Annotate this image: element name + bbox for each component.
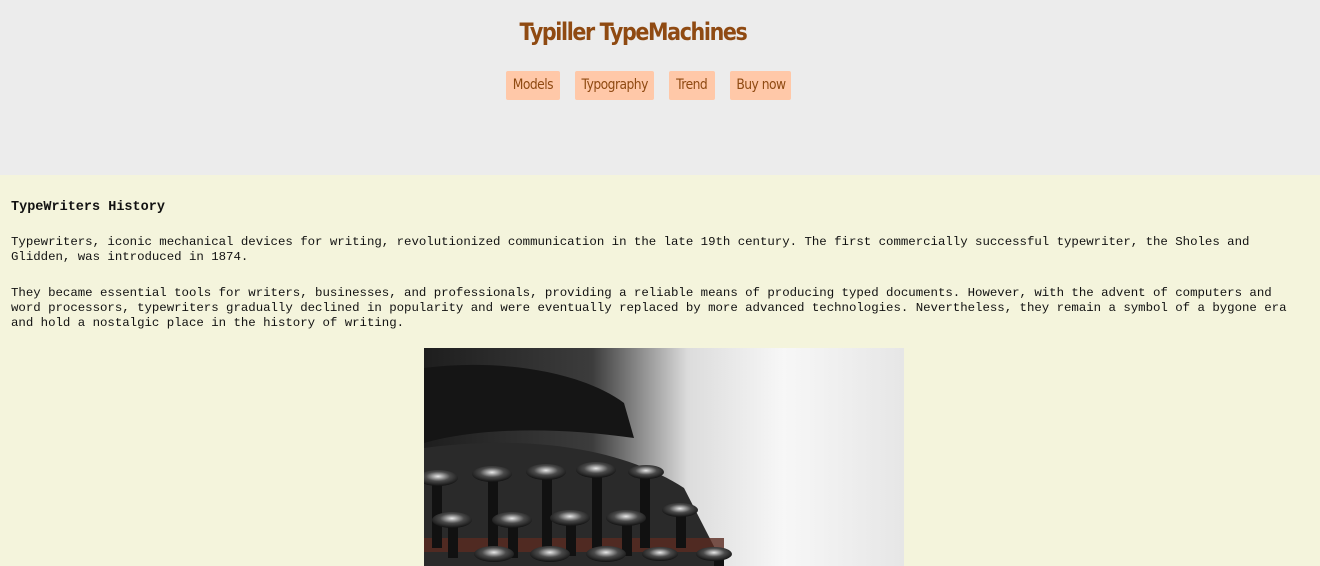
nav-models-label: Models (512, 77, 554, 93)
main-nav: Models Typography Trend Buy now (0, 71, 1320, 100)
nav-trend-label: Trend (676, 77, 708, 93)
history-paragraph-1: Typewriters, iconic mechanical devices f… (11, 235, 1250, 264)
nav-buy-now-label: Buy now (735, 77, 786, 93)
nav-typography-button[interactable]: Typography (575, 71, 654, 100)
typewriter-photo-icon (424, 348, 904, 566)
site-header: Typiller TypeMachines Models Typography … (0, 0, 1320, 175)
nav-typography-label: Typography (581, 77, 648, 93)
site-title: Typiller TypeMachines (519, 18, 748, 46)
typewriter-image (424, 348, 904, 566)
nav-models-button[interactable]: Models (506, 71, 560, 100)
nav-trend-button[interactable]: Trend (669, 71, 715, 100)
section-title: TypeWriters History (11, 200, 165, 215)
history-paragraph-2: They became essential tools for writers,… (11, 286, 1287, 330)
nav-buy-now-button[interactable]: Buy now (730, 71, 791, 100)
